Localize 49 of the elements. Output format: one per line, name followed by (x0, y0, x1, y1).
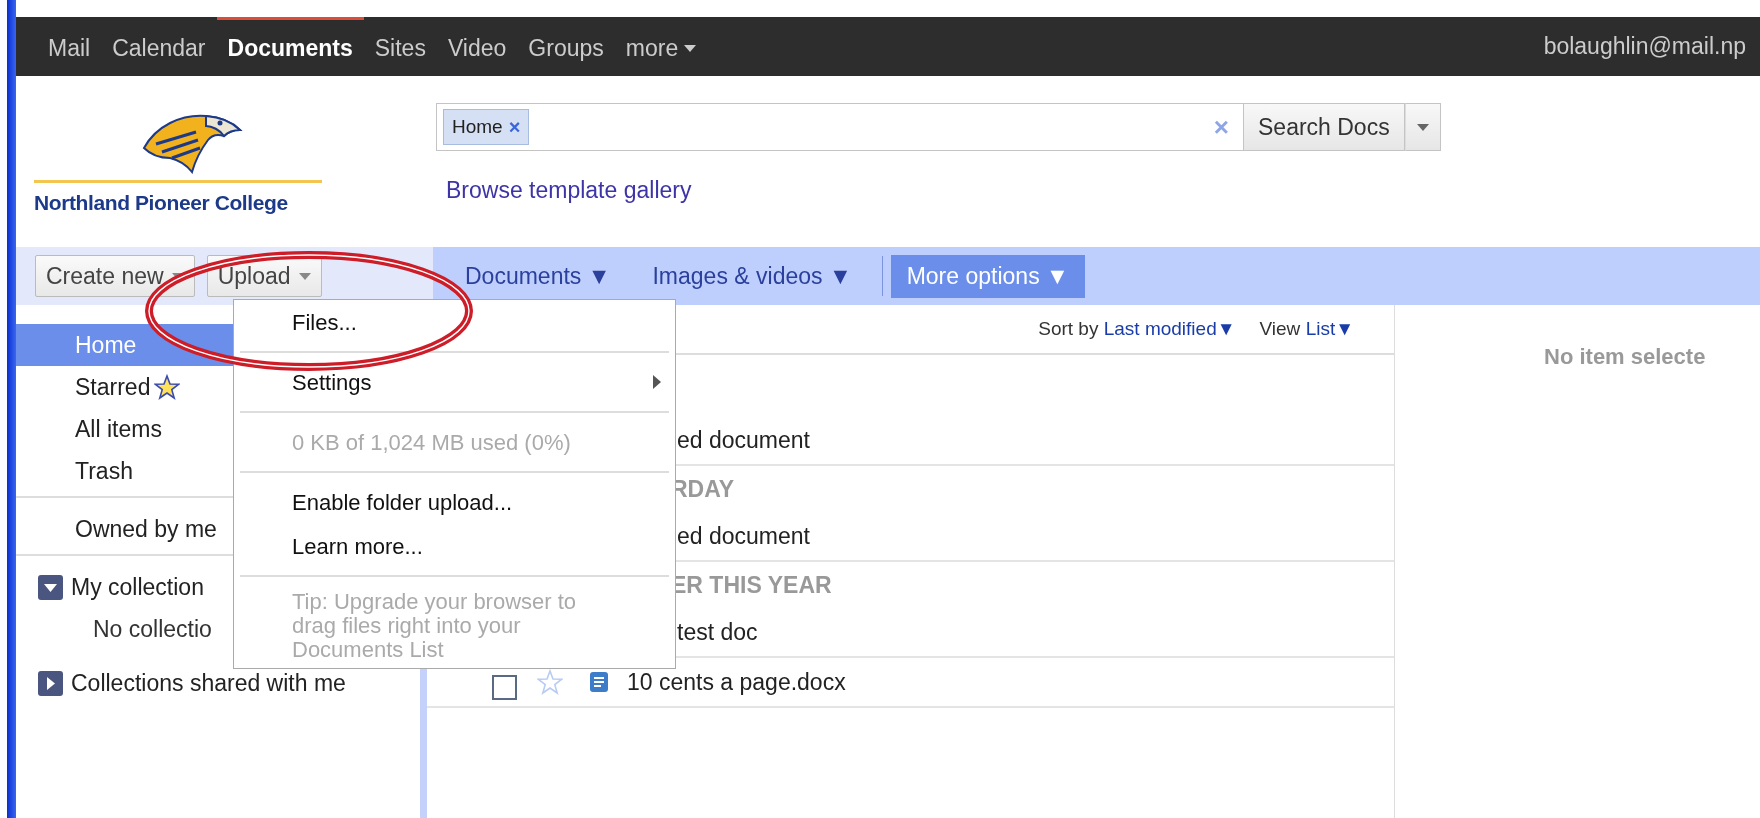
app-link[interactable]: Calendar (101, 17, 217, 76)
nav-link[interactable]: Trash (75, 453, 133, 489)
search-button[interactable]: Search Docs (1244, 103, 1405, 151)
view-label: View (1259, 317, 1302, 339)
caret-icon (298, 272, 311, 280)
collapse-icon[interactable] (38, 574, 63, 600)
app-link[interactable]: Video (436, 17, 518, 76)
document-name[interactable]: ed document (677, 422, 810, 458)
collection-link[interactable]: Collections shared with me (71, 665, 346, 701)
empty-note: No collectio (93, 614, 212, 644)
collection-link[interactable]: My collection (71, 569, 204, 605)
document-icon (589, 671, 609, 693)
chip-label: Home (452, 114, 503, 139)
star-icon[interactable] (537, 669, 563, 695)
account-email[interactable]: bolaughlin@mail.np (1543, 29, 1760, 64)
sort-label: Sort by (1038, 317, 1100, 339)
filter-chip[interactable]: Home × (443, 109, 530, 145)
row-checkbox[interactable] (492, 674, 517, 700)
app-link[interactable]: more (614, 17, 708, 76)
storage-usage-text: 0 KB of 1,024 MB used (0%) (291, 428, 572, 457)
filter-menu-button[interactable]: Images & videos ▼ (642, 254, 862, 298)
menu-item[interactable]: Enable folder upload... (234, 480, 675, 524)
expand-icon[interactable] (38, 670, 63, 696)
document-name[interactable]: 10 cents a page.docx (627, 664, 846, 700)
college-name: Northland Pioneer College (34, 190, 288, 216)
app-link[interactable]: Mail (37, 17, 102, 76)
template-gallery-link[interactable]: Browse template gallery (446, 173, 692, 208)
app-link[interactable]: Groups (517, 17, 615, 76)
caret-icon (684, 44, 697, 52)
document-name[interactable]: ed document (677, 518, 810, 554)
filter-menu-button[interactable]: Documents ▼ (455, 254, 621, 298)
menu-item[interactable]: Settings (292, 365, 372, 399)
document-name[interactable]: test doc (677, 614, 758, 650)
remove-chip-button[interactable]: × (508, 117, 521, 137)
tip-text: Tip: Upgrade your browser to drag files right into your Documents List (291, 588, 578, 662)
nav-link[interactable]: All items (75, 411, 162, 447)
sort-menu-link[interactable]: Last modified▼ (1103, 317, 1236, 339)
app-link[interactable]: Documents (216, 17, 364, 76)
search-field[interactable]: Home × × (436, 103, 1244, 151)
nav-link[interactable]: Owned by me (75, 511, 217, 547)
submenu-arrow-icon (653, 375, 661, 389)
star-icon (154, 374, 181, 400)
menu-item[interactable]: Learn more... (234, 524, 675, 568)
empty-detail-text: No item selecte (1544, 344, 1706, 369)
search-options-button[interactable] (1404, 103, 1441, 151)
nav-link[interactable]: Starred (75, 369, 151, 405)
caret-icon (1416, 123, 1429, 131)
view-menu-link[interactable]: List▼ (1305, 317, 1354, 339)
app-link[interactable]: Sites (363, 17, 437, 76)
